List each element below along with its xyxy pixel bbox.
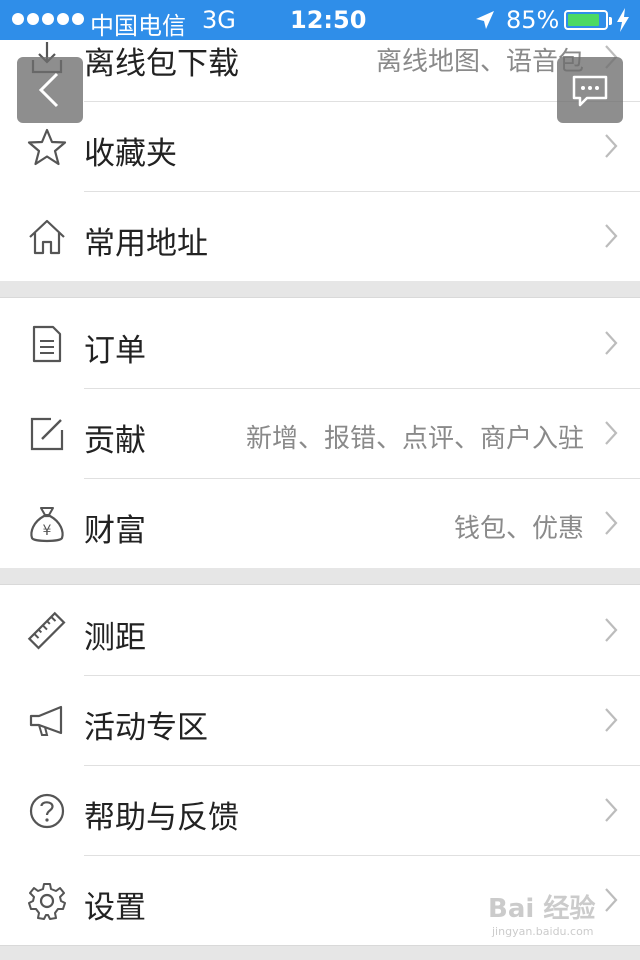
menu-item[interactable]: 订单 (0, 298, 640, 388)
menu-item[interactable]: 离线包下载 离线地图、语音包 (0, 40, 640, 101)
menu-item[interactable]: 帮助与反馈 (0, 765, 640, 855)
carrier-name: 中国电信 (90, 12, 186, 40)
settings-menu: 离线包下载 离线地图、语音包收藏夹常用地址订单贡献 新增、报错、点评、商户入驻 ¥ 财富… (0, 40, 640, 946)
battery-percentage: 85% (506, 6, 560, 34)
menu-item[interactable]: 贡献 新增、报错、点评、商户入驻 (0, 388, 640, 478)
svg-text:¥: ¥ (43, 523, 52, 539)
watermark-text: Bai 经验 (488, 894, 596, 924)
ruler-icon (27, 611, 67, 651)
menu-item-label: 常用地址 (84, 226, 208, 262)
chevron-right-icon (604, 330, 618, 356)
location-arrow-icon (474, 9, 496, 37)
watermark: Bai 经验 jingyan.baidu.com (488, 888, 595, 938)
menu-item[interactable]: 活动专区 (0, 675, 640, 765)
menu-item-label: 贡献 (84, 423, 146, 459)
chevron-right-icon (604, 707, 618, 733)
battery-icon (564, 10, 612, 30)
status-time: 12:50 (290, 6, 367, 34)
menu-item-description: 新增、报错、点评、商户入驻 (245, 424, 584, 454)
edit-icon (27, 414, 67, 454)
back-button[interactable] (17, 57, 83, 123)
menu-group: 订单贡献 新增、报错、点评、商户入驻 ¥ 财富 钱包、优惠 (0, 297, 640, 568)
menu-item-label: 测距 (84, 620, 146, 656)
chevron-right-icon (604, 420, 618, 446)
menu-item[interactable]: ¥ 财富 钱包、优惠 (0, 478, 640, 568)
menu-group: 离线包下载 离线地图、语音包收藏夹常用地址 (0, 40, 640, 281)
money-bag-icon: ¥ (27, 504, 67, 544)
help-icon (27, 791, 67, 831)
chevron-right-icon (604, 133, 618, 159)
menu-item-label: 订单 (84, 333, 146, 369)
gear-icon (27, 881, 67, 921)
star-icon (27, 127, 67, 167)
chevron-right-icon (604, 617, 618, 643)
menu-item[interactable]: 测距 (0, 585, 640, 675)
menu-item-label: 活动专区 (84, 710, 208, 746)
document-icon (27, 324, 67, 364)
megaphone-icon (27, 701, 67, 741)
chevron-right-icon (604, 887, 618, 913)
menu-item-label: 帮助与反馈 (84, 800, 239, 836)
chevron-right-icon (604, 797, 618, 823)
menu-item-description: 钱包、优惠 (453, 514, 584, 544)
message-button[interactable] (557, 57, 623, 123)
status-bar: 中国电信 3G 12:50 85% (0, 0, 640, 40)
menu-item[interactable]: 收藏夹 (0, 101, 640, 191)
menu-item[interactable]: 常用地址 (0, 191, 640, 281)
menu-item-description: 离线地图、语音包 (375, 47, 584, 77)
menu-item-label: 设置 (84, 890, 146, 926)
menu-item-label: 离线包下载 (84, 46, 239, 82)
home-icon (27, 217, 67, 257)
menu-item-label: 收藏夹 (84, 136, 177, 172)
signal-strength-icon (12, 13, 84, 25)
charging-bolt-icon (616, 8, 630, 38)
chevron-right-icon (604, 223, 618, 249)
menu-item-label: 财富 (84, 513, 146, 549)
watermark-url: jingyan.baidu.com (492, 925, 594, 938)
chevron-right-icon (604, 510, 618, 536)
network-type: 3G (202, 6, 236, 34)
